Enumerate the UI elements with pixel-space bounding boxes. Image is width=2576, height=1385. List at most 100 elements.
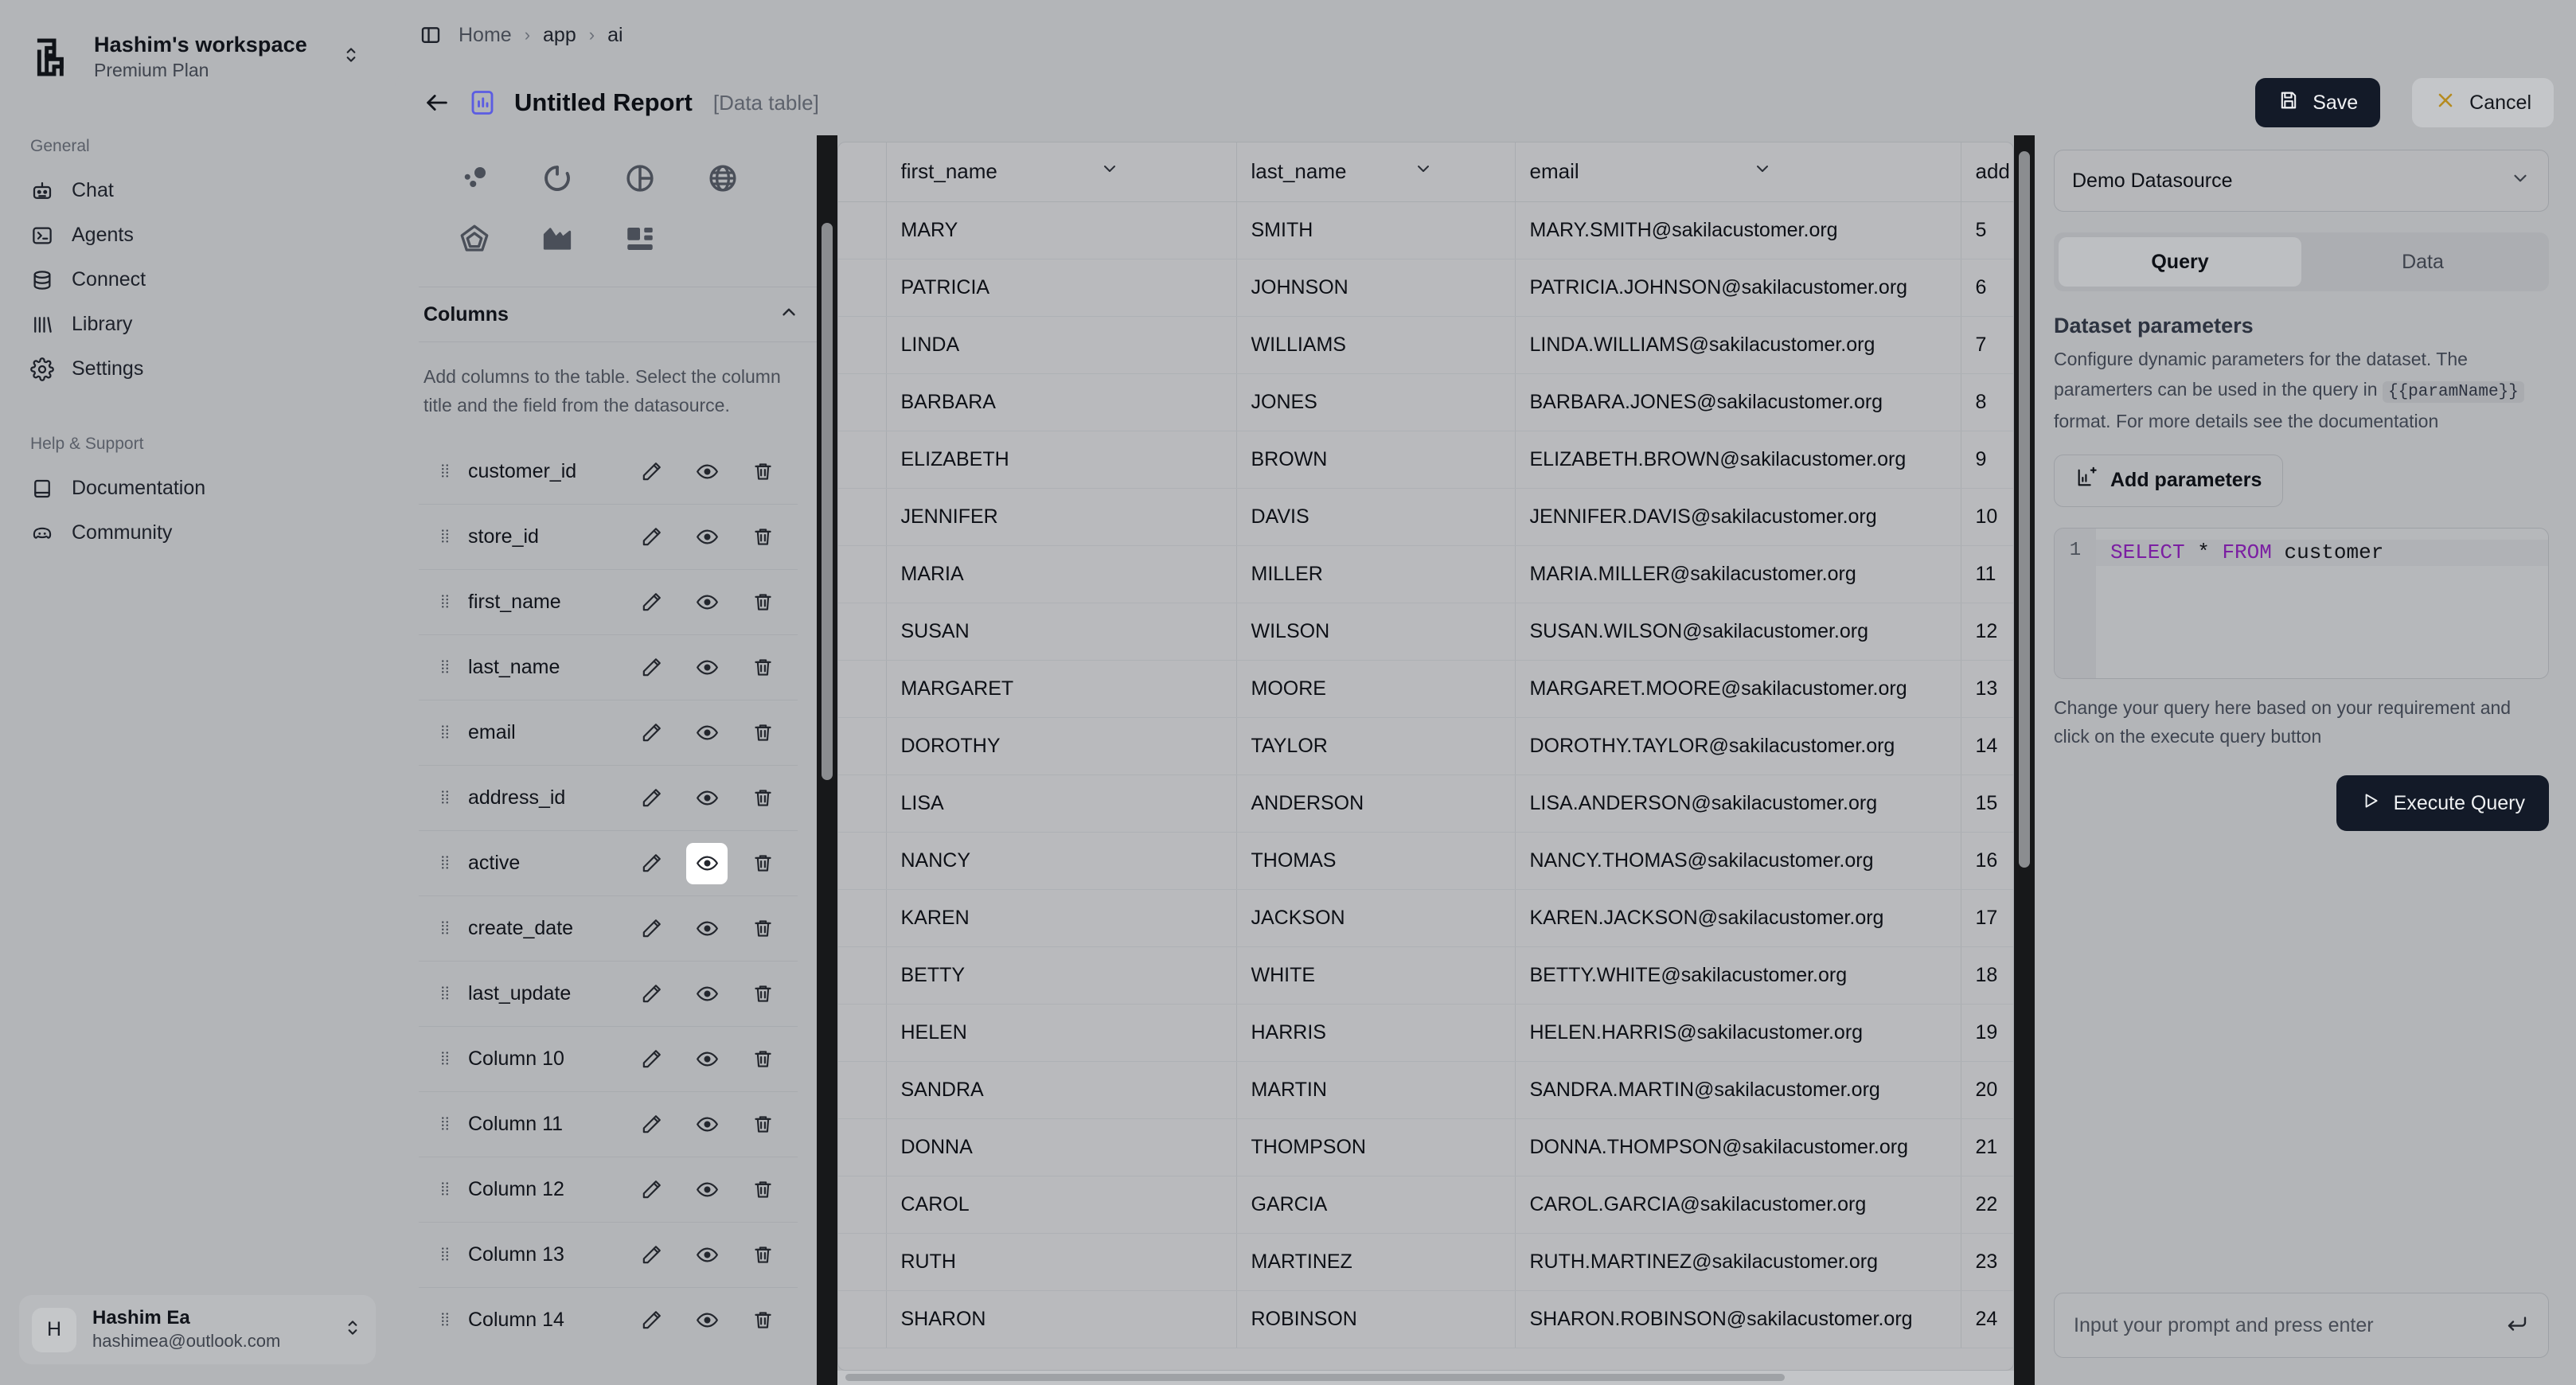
table-col-header-last-name[interactable]: last_name: [1236, 142, 1516, 202]
edit-column-button[interactable]: [630, 582, 672, 623]
column-row[interactable]: address_id: [419, 765, 798, 830]
edit-column-button[interactable]: [630, 517, 672, 558]
toggle-visibility-button[interactable]: [686, 582, 728, 623]
edit-column-button[interactable]: [630, 1235, 672, 1276]
tab-query[interactable]: Query: [2059, 237, 2301, 287]
table-row[interactable]: MARGARET MOORE MARGARET.MOORE@sakilacustom…: [838, 660, 2013, 718]
pie-chart-icon[interactable]: [599, 148, 681, 209]
tab-data[interactable]: Data: [2301, 237, 2544, 287]
add-parameters-button[interactable]: Add parameters: [2054, 454, 2284, 507]
table-row[interactable]: CAROL GARCIA CAROL.GARCIA@sakilacustomer.o…: [838, 1176, 2013, 1234]
table-row[interactable]: MARY SMITH MARY.SMITH@sakilacustomer.org 5: [838, 201, 2013, 259]
drag-handle-icon[interactable]: [436, 1114, 454, 1135]
scrollbar-thumb[interactable]: [822, 223, 833, 780]
column-row[interactable]: last_update: [419, 961, 798, 1026]
delete-column-button[interactable]: [742, 451, 783, 493]
toggle-visibility-button[interactable]: [686, 973, 728, 1015]
workspace-switcher[interactable]: Hashim's workspace Premium Plan: [19, 21, 376, 94]
drag-handle-icon[interactable]: [436, 657, 454, 678]
table-row[interactable]: PATRICIA JOHNSON PATRICIA.JOHNSON@sakilacu…: [838, 259, 2013, 317]
delete-column-button[interactable]: [742, 712, 783, 754]
delete-column-button[interactable]: [742, 582, 783, 623]
sidebar-item-library[interactable]: Library: [19, 302, 376, 347]
sql-editor[interactable]: 1 SELECT * FROM customer: [2054, 527, 2549, 679]
delete-column-button[interactable]: [742, 1300, 783, 1341]
table-row[interactable]: BETTY WHITE BETTY.WHITE@sakilacustomer.org…: [838, 946, 2013, 1005]
chevron-up-down-icon[interactable]: [341, 45, 361, 69]
donut-chart-icon[interactable]: [516, 148, 599, 209]
table-row[interactable]: LINDA WILLIAMS LINDA.WILLIAMS@sakilacustom…: [838, 316, 2013, 374]
table-row[interactable]: SHARON ROBINSON SHARON.ROBINSON@sakilacust…: [838, 1290, 2013, 1348]
chevron-down-icon[interactable]: [1414, 159, 1501, 184]
columns-section-header[interactable]: Columns: [419, 287, 817, 342]
arrow-left-icon[interactable]: [423, 89, 451, 116]
sidebar-item-settings[interactable]: Settings: [19, 347, 376, 392]
column-row[interactable]: Column 10: [419, 1026, 798, 1091]
data-table-card[interactable]: first_name last_name email add MARY SMIT…: [837, 142, 2014, 1371]
left-vertical-scrollbar[interactable]: [817, 135, 837, 1385]
edit-column-button[interactable]: [630, 778, 672, 819]
table-row[interactable]: LISA ANDERSON LISA.ANDERSON@sakilacustomer…: [838, 774, 2013, 833]
column-row[interactable]: create_date: [419, 895, 798, 961]
table-col-header-email[interactable]: email: [1515, 142, 1961, 202]
drag-handle-icon[interactable]: [436, 462, 454, 482]
table-col-header-address-id[interactable]: add: [1961, 142, 2013, 202]
toggle-visibility-button[interactable]: [686, 908, 728, 950]
table-row[interactable]: KAREN JACKSON KAREN.JACKSON@sakilacustomer…: [838, 889, 2013, 947]
sidebar-item-community[interactable]: Community: [19, 511, 376, 556]
sidebar-item-chat[interactable]: Chat: [19, 169, 376, 213]
table-row[interactable]: NANCY THOMAS NANCY.THOMAS@sakilacustomer.o…: [838, 832, 2013, 890]
toggle-visibility-button[interactable]: [686, 517, 728, 558]
column-row[interactable]: store_id: [419, 504, 798, 569]
table-row[interactable]: HELEN HARRIS HELEN.HARRIS@sakilacustomer.o…: [838, 1004, 2013, 1062]
drag-handle-icon[interactable]: [436, 919, 454, 939]
scrollbar-thumb[interactable]: [845, 1374, 1785, 1381]
drag-handle-icon[interactable]: [436, 723, 454, 743]
editor-code[interactable]: SELECT * FROM customer: [2096, 528, 2548, 678]
panel-left-icon[interactable]: [419, 23, 443, 47]
chevron-up-down-icon[interactable]: [342, 1317, 363, 1342]
edit-column-button[interactable]: [630, 1169, 672, 1211]
table-row[interactable]: MARIA MILLER MARIA.MILLER@sakilacustomer.o…: [838, 545, 2013, 603]
column-row[interactable]: customer_id: [419, 439, 798, 504]
save-button[interactable]: Save: [2255, 78, 2381, 127]
column-row[interactable]: last_name: [419, 634, 798, 700]
user-account-switcher[interactable]: H Hashim Ea hashimea@outlook.com: [19, 1295, 376, 1364]
edit-column-button[interactable]: [630, 712, 672, 754]
table-col-header-first-name[interactable]: first_name: [886, 142, 1237, 202]
delete-column-button[interactable]: [742, 908, 783, 950]
column-row[interactable]: active: [419, 830, 798, 895]
radar-chart-icon[interactable]: [681, 148, 764, 209]
prompt-box[interactable]: [2054, 1293, 2549, 1358]
table-row[interactable]: BARBARA JONES BARBARA.JONES@sakilacustomer…: [838, 373, 2013, 431]
table-row[interactable]: DONNA THOMPSON DONNA.THOMPSON@sakilacustom…: [838, 1118, 2013, 1176]
datasource-select[interactable]: Demo Datasource: [2054, 150, 2549, 212]
table-row[interactable]: DOROTHY TAYLOR DOROTHY.TAYLOR@sakilacustom…: [838, 717, 2013, 775]
delete-column-button[interactable]: [742, 778, 783, 819]
column-row[interactable]: Column 12: [419, 1157, 798, 1222]
prompt-input[interactable]: [2074, 1313, 2494, 1337]
edit-column-button[interactable]: [630, 1300, 672, 1341]
execute-query-button[interactable]: Execute Query: [2336, 775, 2549, 832]
chevron-down-icon[interactable]: [1100, 159, 1222, 184]
sidebar-item-agents[interactable]: Agents: [19, 213, 376, 258]
toggle-visibility-button[interactable]: [686, 1104, 728, 1145]
chevron-up-icon[interactable]: [779, 302, 799, 328]
edit-column-button[interactable]: [630, 973, 672, 1015]
edit-column-button[interactable]: [630, 1039, 672, 1080]
chevron-down-icon[interactable]: [1753, 159, 1946, 184]
drag-handle-icon[interactable]: [436, 1049, 454, 1070]
column-row[interactable]: email: [419, 700, 798, 765]
delete-column-button[interactable]: [742, 1104, 783, 1145]
drag-handle-icon[interactable]: [436, 853, 454, 874]
delete-column-button[interactable]: [742, 1039, 783, 1080]
breadcrumb-item-app[interactable]: app: [543, 24, 576, 47]
column-row[interactable]: Column 14: [419, 1287, 798, 1352]
column-row[interactable]: Column 13: [419, 1222, 798, 1287]
table-col-header-partial[interactable]: [838, 142, 887, 202]
table-row[interactable]: JENNIFER DAVIS JENNIFER.DAVIS@sakilacustom…: [838, 488, 2013, 546]
breadcrumb-item-ai[interactable]: ai: [607, 24, 623, 47]
edit-column-button[interactable]: [630, 843, 672, 884]
edit-column-button[interactable]: [630, 1104, 672, 1145]
toggle-visibility-button[interactable]: [686, 451, 728, 493]
